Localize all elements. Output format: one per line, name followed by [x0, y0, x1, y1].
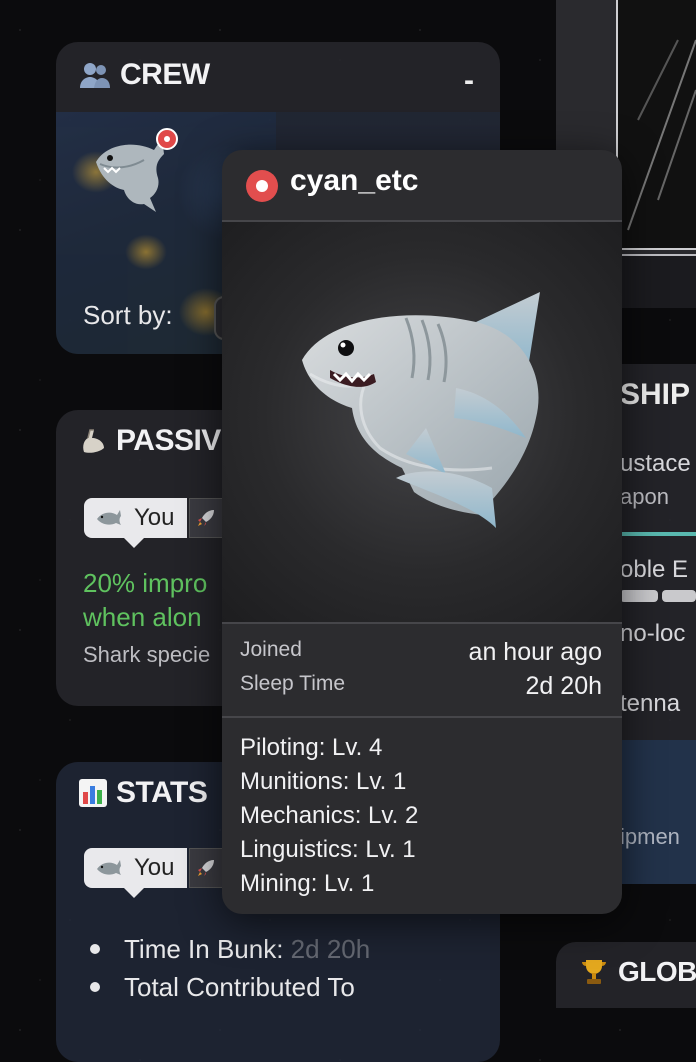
meta-key: Sleep Time — [240, 672, 346, 695]
ship-progress-bar — [620, 590, 658, 602]
passive-tabbar: You — [84, 498, 223, 548]
meta-row-sleep-time: Sleep Time 2d 20h — [240, 672, 602, 701]
stats-list: Time In Bunk: 2d 20h Total Contributed T… — [86, 930, 370, 1006]
global-panel-title: GLOB — [578, 956, 696, 988]
shark-icon — [302, 292, 540, 528]
ship-image — [616, 0, 696, 250]
ship-line: tenna — [620, 690, 681, 717]
crew-member-popup: cyan_etc Joined an hour ago Sleep Time 2… — [222, 150, 622, 914]
meta-key: Joined — [240, 638, 302, 661]
stats-title-text: STATS — [116, 776, 208, 809]
stat-label: Time In Bunk: — [124, 934, 284, 964]
divider — [222, 716, 622, 718]
meta-row-joined: Joined an hour ago — [240, 638, 602, 667]
stat-value: 2d 20h — [290, 934, 371, 964]
passive-subtext: Shark specie — [83, 642, 211, 667]
global-panel: GLOB — [556, 942, 696, 1008]
tab-you[interactable]: You — [84, 498, 187, 548]
meta-value: 2d 20h — [525, 672, 602, 700]
popup-header: cyan_etc — [222, 150, 622, 222]
trophy-icon — [578, 956, 610, 988]
skill-mechanics: Mechanics: Lv. 2 — [240, 802, 419, 829]
rocket-icon — [196, 858, 216, 878]
ship-divider — [620, 532, 696, 536]
skill-munitions: Munitions: Lv. 1 — [240, 768, 407, 795]
ship-image-footer — [616, 254, 696, 308]
ship-panel-title: SHIP — [620, 378, 691, 411]
bar-chart-icon — [78, 778, 108, 808]
minimize-button[interactable]: - — [464, 64, 474, 98]
ship-progress-bar — [662, 590, 696, 602]
tab-ship[interactable] — [188, 498, 223, 538]
meta-value: an hour ago — [468, 638, 602, 666]
skill-mining: Mining: Lv. 1 — [240, 870, 375, 897]
sort-label: Sort by: — [83, 300, 173, 330]
crew-title-text: CREW — [120, 58, 210, 91]
rocket-icon — [196, 508, 216, 528]
passive-panel-title: PASSIV — [78, 424, 221, 458]
shark-icon — [96, 508, 122, 528]
tab-ship[interactable] — [188, 848, 223, 888]
ship-line: apon — [620, 484, 669, 509]
crew-panel-title: CREW — [78, 58, 210, 92]
tab-you[interactable]: You — [84, 848, 187, 898]
stats-tabbar: You — [84, 848, 223, 898]
skill-piloting: Piloting: Lv. 4 — [240, 734, 383, 761]
ship-line: oble E — [620, 556, 689, 583]
status-badge — [156, 128, 178, 150]
stats-panel-title: STATS — [78, 776, 208, 810]
ship-line: ipmen — [620, 824, 680, 849]
status-icon — [246, 170, 278, 202]
crew-member-name: cyan_etc — [290, 164, 419, 197]
passive-title-text: PASSIV — [116, 424, 221, 457]
ship-line: ustace — [620, 450, 691, 477]
tab-you-label: You — [134, 504, 175, 531]
stat-item: Total Contributed To — [86, 968, 370, 1006]
passive-description: 20% impro when alon — [83, 568, 208, 632]
equipment-section: ipmen — [620, 740, 696, 884]
ship-line: no-loc — [620, 620, 686, 647]
tab-you-label: You — [134, 854, 175, 881]
flexed-biceps-icon — [78, 426, 108, 456]
stat-item: Time In Bunk: 2d 20h — [86, 930, 370, 968]
crew-member-portrait — [222, 222, 622, 624]
global-title-text: GLOB — [618, 956, 696, 987]
skill-linguistics: Linguistics: Lv. 1 — [240, 836, 416, 863]
people-icon — [78, 60, 112, 90]
shark-icon — [96, 858, 122, 878]
stat-label: Total Contributed To — [124, 972, 355, 1002]
